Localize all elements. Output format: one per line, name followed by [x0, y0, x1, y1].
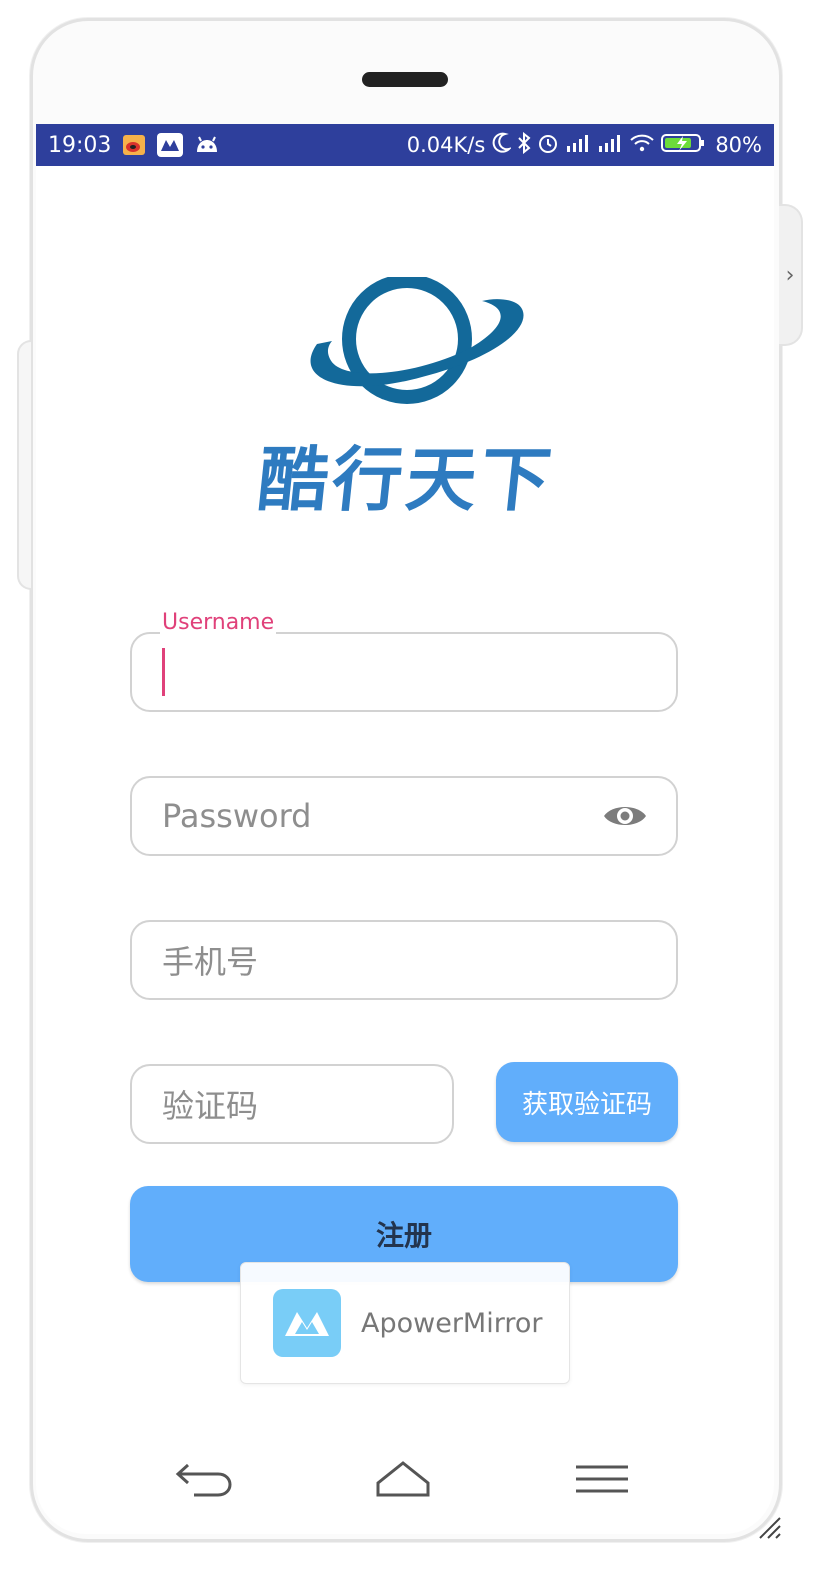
username-label: Username	[160, 610, 277, 635]
navigation-bar	[36, 1424, 774, 1534]
network-speed: 0.04K/s	[406, 133, 486, 157]
status-bar: 19:03 0.04K/s 80%	[36, 124, 774, 166]
phone-placeholder: 手机号	[162, 943, 259, 981]
eye-icon[interactable]	[602, 800, 648, 840]
back-icon[interactable]	[174, 1459, 236, 1503]
get-code-button[interactable]: 获取验证码	[496, 1062, 678, 1142]
battery-percent: 80%	[715, 133, 762, 157]
text-cursor	[162, 648, 165, 696]
wifi-icon	[629, 133, 655, 158]
bluetooth-icon	[517, 131, 531, 159]
app-screen: 19:03 0.04K/s 80% 酷行天下 Username Password…	[36, 124, 774, 1424]
signal-icon	[565, 133, 591, 157]
code-placeholder: 验证码	[162, 1087, 259, 1125]
phone-field[interactable]: 手机号	[130, 920, 678, 1000]
toast-app-name: ApowerMirror	[361, 1307, 543, 1339]
password-field[interactable]: Password	[130, 776, 678, 856]
verification-code-field[interactable]: 验证码	[130, 1064, 454, 1144]
apowermirror-icon	[157, 133, 184, 157]
brand-name: 酷行天下	[254, 438, 559, 521]
moon-icon	[491, 132, 513, 159]
apowermirror-toast: ApowerMirror	[240, 1262, 570, 1384]
chevron-right-icon: ›	[785, 262, 795, 288]
alarm-icon	[537, 132, 559, 159]
phone-speaker	[362, 72, 448, 87]
home-icon[interactable]	[374, 1459, 432, 1503]
username-field[interactable]	[130, 632, 678, 712]
side-panel-left	[17, 340, 31, 590]
battery-charging-icon	[661, 132, 705, 159]
android-icon	[195, 136, 219, 154]
signal-icon	[597, 133, 623, 157]
weibo-icon	[123, 135, 146, 155]
apowermirror-icon	[273, 1289, 341, 1357]
resize-grip-icon[interactable]	[756, 1514, 782, 1544]
password-placeholder: Password	[162, 797, 312, 835]
status-time: 19:03	[48, 132, 112, 158]
menu-icon[interactable]	[574, 1459, 630, 1503]
side-panel-toggle[interactable]: ›	[779, 204, 803, 346]
